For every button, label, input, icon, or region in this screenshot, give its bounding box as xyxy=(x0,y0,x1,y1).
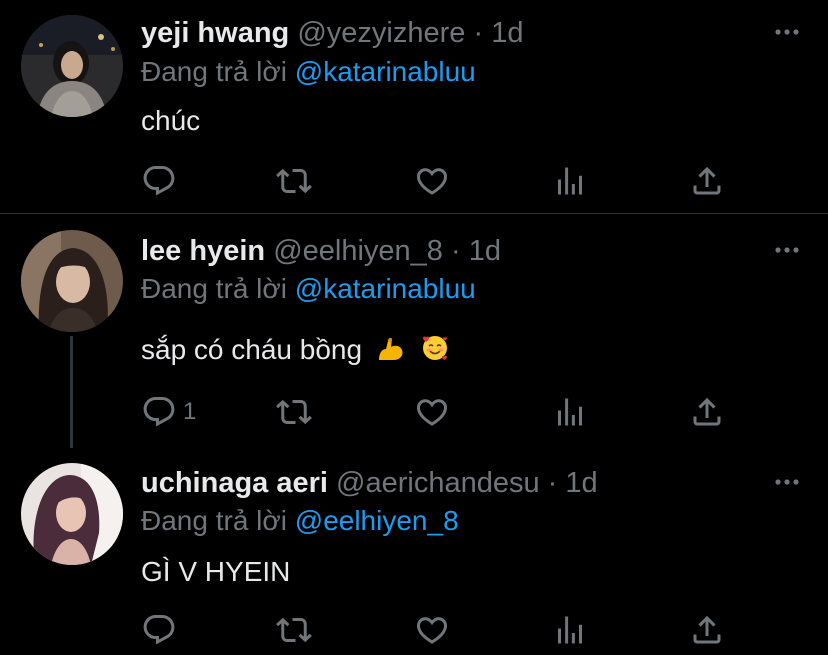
tweet-text-content: sắp có cháu bồng xyxy=(141,334,363,365)
replying-to-line: Đang trả lời @eelhiyen_8 xyxy=(141,504,459,538)
reply-button[interactable] xyxy=(141,610,183,650)
reply-count: 1 xyxy=(183,398,197,425)
tweet-text: GÌ V HYEIN xyxy=(141,554,290,590)
user-handle[interactable]: @eelhiyen_8 xyxy=(273,235,443,267)
replying-to-line: Đang trả lời @katarinabluu xyxy=(141,272,476,306)
mention-link[interactable]: @eelhiyen_8 xyxy=(295,505,459,536)
user-handle[interactable]: @aerichandesu xyxy=(336,467,540,499)
reply-icon xyxy=(141,163,177,199)
replying-to-label: Đang trả lời xyxy=(141,273,287,304)
thread-connector xyxy=(70,336,73,448)
analytics-button[interactable] xyxy=(552,610,588,650)
analytics-button[interactable] xyxy=(552,161,588,201)
user-handle[interactable]: @yezyizhere xyxy=(297,17,465,49)
tweet-text-content: GÌ V HYEIN xyxy=(141,556,291,587)
reply-button[interactable] xyxy=(141,161,183,201)
share-icon xyxy=(689,163,725,199)
timestamp[interactable]: 1d xyxy=(491,17,523,49)
more-options-icon[interactable] xyxy=(772,472,802,492)
avatar[interactable] xyxy=(21,463,123,565)
tweet-text: chúc xyxy=(141,103,200,139)
tweet-header: uchinaga aeri @aerichandesu · 1d xyxy=(141,466,598,500)
retweet-icon xyxy=(276,163,312,199)
share-button[interactable] xyxy=(689,161,725,201)
like-button[interactable] xyxy=(414,610,450,650)
replying-to-line: Đang trả lời @katarinabluu xyxy=(141,55,476,89)
more-options-icon[interactable] xyxy=(772,240,802,260)
tweet-uchinaga-aeri[interactable]: uchinaga aeri @aerichandesu · 1d Đang tr… xyxy=(0,448,828,655)
flexed-biceps-emoji xyxy=(378,337,403,360)
action-bar xyxy=(141,161,741,201)
retweet-button[interactable] xyxy=(276,610,312,650)
reply-icon xyxy=(141,612,177,648)
retweet-icon xyxy=(276,394,312,430)
replying-to-label: Đang trả lời xyxy=(141,56,287,87)
smiling-face-with-hearts-emoji xyxy=(422,336,447,360)
tweet-header: lee hyein @eelhiyen_8 · 1d xyxy=(141,234,501,268)
retweet-button[interactable] xyxy=(276,392,312,432)
avatar[interactable] xyxy=(21,15,123,117)
mention-link[interactable]: @katarinabluu xyxy=(295,56,476,87)
retweet-button[interactable] xyxy=(276,161,312,201)
share-icon xyxy=(689,612,725,648)
reply-button[interactable]: 1 xyxy=(141,392,196,432)
tweet-header: yeji hwang @yezyizhere · 1d xyxy=(141,16,523,50)
reply-icon xyxy=(141,394,177,430)
tweet-yeji-hwang[interactable]: yeji hwang @yezyizhere · 1d Đang trả lời… xyxy=(0,0,828,214)
action-bar xyxy=(141,610,741,650)
display-name[interactable]: yeji hwang xyxy=(141,17,289,49)
display-name[interactable]: lee hyein xyxy=(141,235,265,267)
share-button[interactable] xyxy=(689,392,725,432)
analytics-button[interactable] xyxy=(552,392,588,432)
like-icon xyxy=(414,612,450,648)
like-icon xyxy=(414,394,450,430)
timestamp[interactable]: 1d xyxy=(469,235,501,267)
retweet-icon xyxy=(276,612,312,648)
tweet-lee-hyein[interactable]: lee hyein @eelhiyen_8 · 1d Đang trả lời … xyxy=(0,214,828,448)
replying-to-label: Đang trả lời xyxy=(141,505,287,536)
like-icon xyxy=(414,163,450,199)
action-bar: 1 xyxy=(141,392,741,432)
separator-dot: · xyxy=(450,235,461,267)
more-options-icon[interactable] xyxy=(772,22,802,42)
separator-dot: · xyxy=(473,17,484,49)
timestamp[interactable]: 1d xyxy=(565,467,597,499)
share-icon xyxy=(689,394,725,430)
avatar[interactable] xyxy=(21,230,123,332)
like-button[interactable] xyxy=(414,392,450,432)
separator-dot: · xyxy=(547,467,558,499)
display-name[interactable]: uchinaga aeri xyxy=(141,467,328,499)
mention-link[interactable]: @katarinabluu xyxy=(295,273,476,304)
share-button[interactable] xyxy=(689,610,725,650)
analytics-icon xyxy=(552,394,588,430)
analytics-icon xyxy=(552,612,588,648)
like-button[interactable] xyxy=(414,161,450,201)
tweet-text-content: chúc xyxy=(141,105,201,136)
analytics-icon xyxy=(552,163,588,199)
tweet-text: sắp có cháu bồng xyxy=(141,332,450,368)
